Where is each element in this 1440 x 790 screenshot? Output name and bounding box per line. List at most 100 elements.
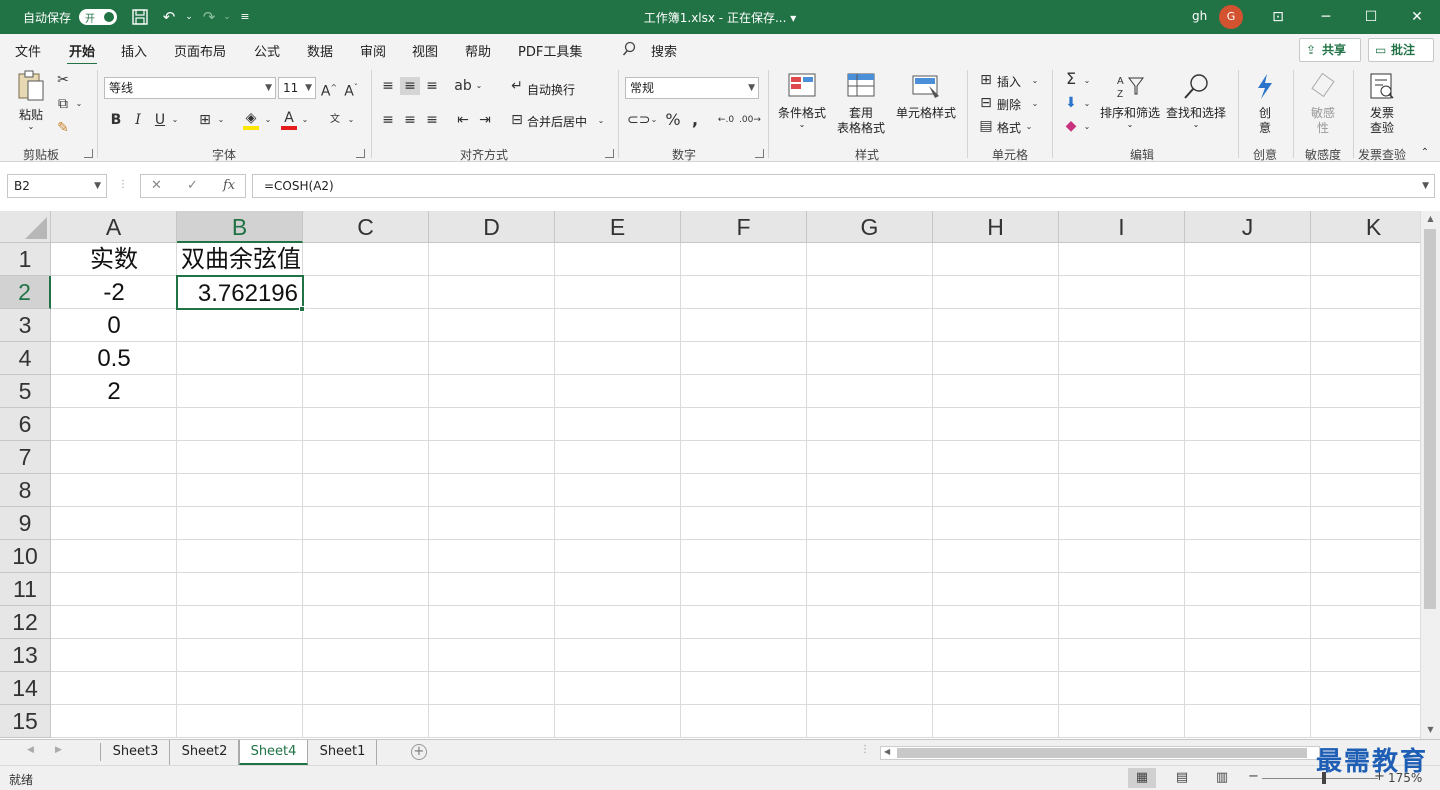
grid-cell[interactable] [429, 705, 555, 738]
grid-cell[interactable] [303, 672, 429, 705]
cell-b1[interactable]: 双曲余弦值 [177, 243, 303, 276]
row-header-9[interactable]: 9 [0, 507, 51, 540]
fill-handle[interactable] [299, 306, 305, 312]
grid-cell[interactable] [681, 606, 807, 639]
normal-view-icon[interactable]: ▦ [1128, 768, 1156, 788]
grid-cell[interactable] [555, 243, 681, 276]
increase-font-icon[interactable]: A^ [320, 79, 338, 101]
borders-dropdown-icon[interactable]: ⌄ [216, 111, 226, 129]
column-header-b[interactable]: B [177, 211, 303, 243]
sheet-tab-sheet1[interactable]: Sheet1 [309, 740, 377, 765]
grid-cell[interactable] [177, 375, 303, 408]
formula-bar-grip-icon[interactable]: ⋮ [118, 179, 128, 190]
grid-cell[interactable] [1311, 408, 1420, 441]
format-cells-button[interactable]: 格式 [997, 119, 1021, 136]
grid-cell[interactable] [681, 705, 807, 738]
column-header-i[interactable]: I [1059, 211, 1185, 243]
conditional-formatting-button[interactable]: 条件格式 ⌄ [776, 72, 828, 142]
grid-cell[interactable] [177, 672, 303, 705]
grid-cell[interactable] [555, 474, 681, 507]
sheet-tab-sheet4[interactable]: Sheet4 [239, 740, 308, 765]
italic-button[interactable]: I [130, 111, 146, 129]
autosum-dropdown-icon[interactable]: ⌄ [1082, 72, 1092, 90]
grid-cell[interactable] [1059, 573, 1185, 606]
grid-cell[interactable] [303, 507, 429, 540]
grid-cell[interactable] [1185, 573, 1311, 606]
grid-cell[interactable] [1311, 507, 1420, 540]
invoice-check-button[interactable]: 发票 查验 [1360, 72, 1404, 142]
row-header-2[interactable]: 2 [0, 276, 51, 309]
grid-cell[interactable] [303, 408, 429, 441]
grid-cell[interactable] [807, 507, 933, 540]
grid-cell[interactable] [1059, 507, 1185, 540]
grid-cell[interactable] [177, 507, 303, 540]
column-header-g[interactable]: G [807, 211, 933, 243]
insert-cells-button[interactable]: 插入 [997, 73, 1021, 90]
grid-cell[interactable] [681, 540, 807, 573]
grid-cell[interactable] [1185, 474, 1311, 507]
grid-cell[interactable] [555, 672, 681, 705]
grid-cell[interactable] [1059, 309, 1185, 342]
cell-styles-button[interactable]: 单元格样式 [895, 72, 957, 142]
autosave-toggle[interactable]: 开 [79, 9, 117, 25]
grid-cell[interactable] [1185, 507, 1311, 540]
tab-help[interactable]: 帮助 [465, 41, 491, 60]
grid-cell[interactable] [177, 540, 303, 573]
tab-file[interactable]: 文件 [15, 41, 41, 60]
format-painter-icon[interactable]: ✎ [54, 119, 72, 137]
customize-quick-access-icon[interactable]: ≡ [236, 8, 254, 26]
align-left-icon[interactable]: ≡ [379, 111, 397, 129]
merge-dropdown-icon[interactable]: ⌄ [596, 112, 606, 130]
grid-cell[interactable] [1311, 309, 1420, 342]
grid-cell[interactable] [681, 375, 807, 408]
prev-sheet-icon[interactable]: ◀ [27, 745, 34, 755]
grid-cell[interactable] [303, 540, 429, 573]
tell-me-search[interactable]: 搜索 [651, 41, 677, 60]
grid-cell[interactable] [429, 507, 555, 540]
grid-cell[interactable] [555, 342, 681, 375]
grid-cell[interactable] [429, 441, 555, 474]
column-header-j[interactable]: J [1185, 211, 1311, 243]
copy-icon[interactable]: ⧉ [54, 95, 72, 113]
grid-cell[interactable] [303, 573, 429, 606]
delete-cells-icon[interactable]: ⊟ [977, 94, 995, 112]
grid-cell[interactable] [1059, 540, 1185, 573]
fill-color-dropdown-icon[interactable]: ⌄ [263, 111, 273, 129]
grid-cell[interactable] [807, 474, 933, 507]
tab-formulas[interactable]: 公式 [254, 41, 280, 60]
formula-input[interactable]: =COSH(A2) ▼ [252, 174, 1435, 198]
grid-cell[interactable] [681, 639, 807, 672]
grid-cell[interactable] [51, 441, 177, 474]
grid-cell[interactable] [429, 375, 555, 408]
delete-cells-button[interactable]: 删除 [997, 96, 1021, 113]
grid-cell[interactable] [807, 375, 933, 408]
zoom-slider[interactable] [1262, 778, 1378, 779]
decrease-font-icon[interactable]: Aˇ [342, 79, 360, 101]
borders-icon[interactable]: ⊞ [196, 111, 214, 129]
grid-cell[interactable] [51, 540, 177, 573]
tab-view[interactable]: 视图 [412, 41, 438, 60]
grid-cell[interactable] [933, 540, 1059, 573]
insert-dropdown-icon[interactable]: ⌄ [1030, 72, 1040, 90]
grid-cell[interactable] [681, 342, 807, 375]
align-right-icon[interactable]: ≡ [423, 111, 441, 129]
maximize-icon[interactable]: ☐ [1348, 0, 1394, 34]
grid-cell[interactable] [555, 375, 681, 408]
grid-cell[interactable] [681, 309, 807, 342]
comma-style-icon[interactable]: , [688, 111, 702, 129]
grid-cell[interactable] [681, 474, 807, 507]
grid-cell[interactable] [1059, 408, 1185, 441]
select-all-button[interactable] [0, 211, 51, 243]
clear-icon[interactable]: ◆ [1062, 117, 1080, 135]
align-center-icon[interactable]: ≡ [401, 111, 419, 129]
grid-cell[interactable] [933, 276, 1059, 309]
grid-cell[interactable] [51, 573, 177, 606]
column-header-f[interactable]: F [681, 211, 807, 243]
minimize-icon[interactable]: ─ [1303, 0, 1349, 34]
grid-cell[interactable] [429, 243, 555, 276]
grid-cell[interactable] [1311, 375, 1420, 408]
grid-cell[interactable] [177, 408, 303, 441]
column-header-a[interactable]: A [51, 211, 177, 243]
grid-cell[interactable] [807, 672, 933, 705]
increase-decimal-icon[interactable]: ←.0 [716, 111, 736, 129]
